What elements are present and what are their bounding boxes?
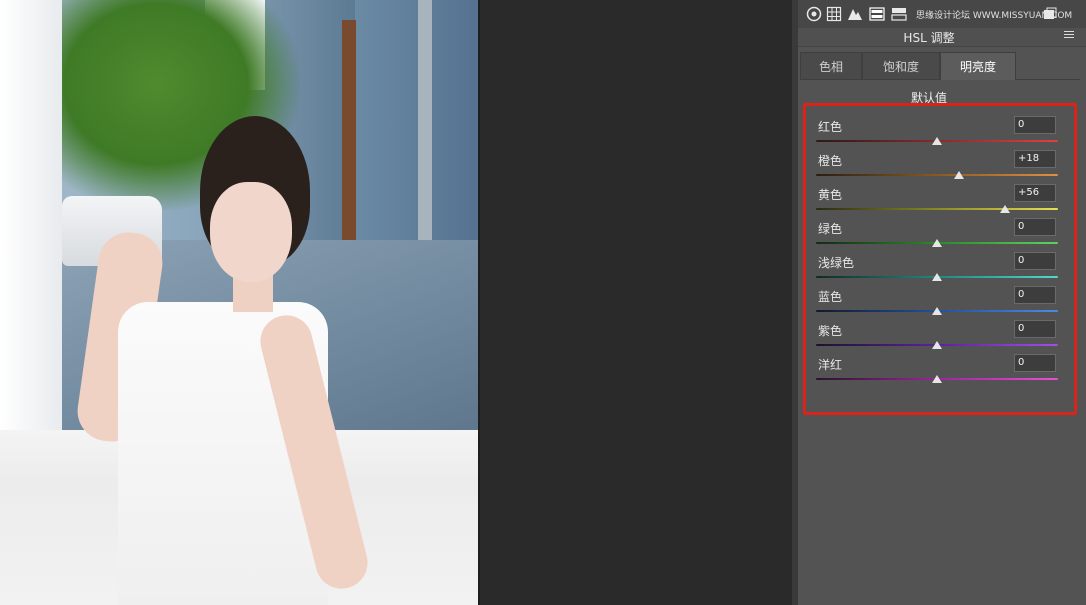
- split-tone-icon[interactable]: [891, 6, 907, 22]
- highlight-box: [803, 103, 1077, 415]
- photo-preview: [0, 0, 478, 605]
- tab-luminance[interactable]: 明亮度: [940, 52, 1016, 80]
- building-wall: [355, 0, 478, 280]
- pillar: [0, 0, 62, 450]
- hsl-icon[interactable]: [869, 6, 885, 22]
- tabs-spacer: [1016, 52, 1080, 80]
- person: [73, 112, 374, 605]
- panel-toolbar: 思缘设计论坛 WWW.MISSYUAN.COM: [798, 0, 1086, 29]
- panel-title: HSL 调整: [903, 31, 955, 45]
- aperture-icon[interactable]: [806, 6, 822, 22]
- panel-header: HSL 调整: [798, 28, 1086, 47]
- panel-menu-icon[interactable]: [1064, 31, 1074, 41]
- tab-saturation[interactable]: 饱和度: [862, 52, 940, 80]
- tab-hue[interactable]: 色相: [800, 52, 862, 80]
- grid-icon[interactable]: [826, 6, 842, 22]
- hsl-tabs: 色相 饱和度 明亮度: [800, 52, 1080, 80]
- hsl-panel: 思缘设计论坛 WWW.MISSYUAN.COM HSL 调整 色相 饱和度 明亮…: [798, 0, 1086, 605]
- snapshot-icon[interactable]: [1042, 6, 1058, 22]
- canvas-area: [480, 0, 792, 605]
- face: [210, 182, 292, 282]
- mountain-icon[interactable]: [847, 6, 863, 22]
